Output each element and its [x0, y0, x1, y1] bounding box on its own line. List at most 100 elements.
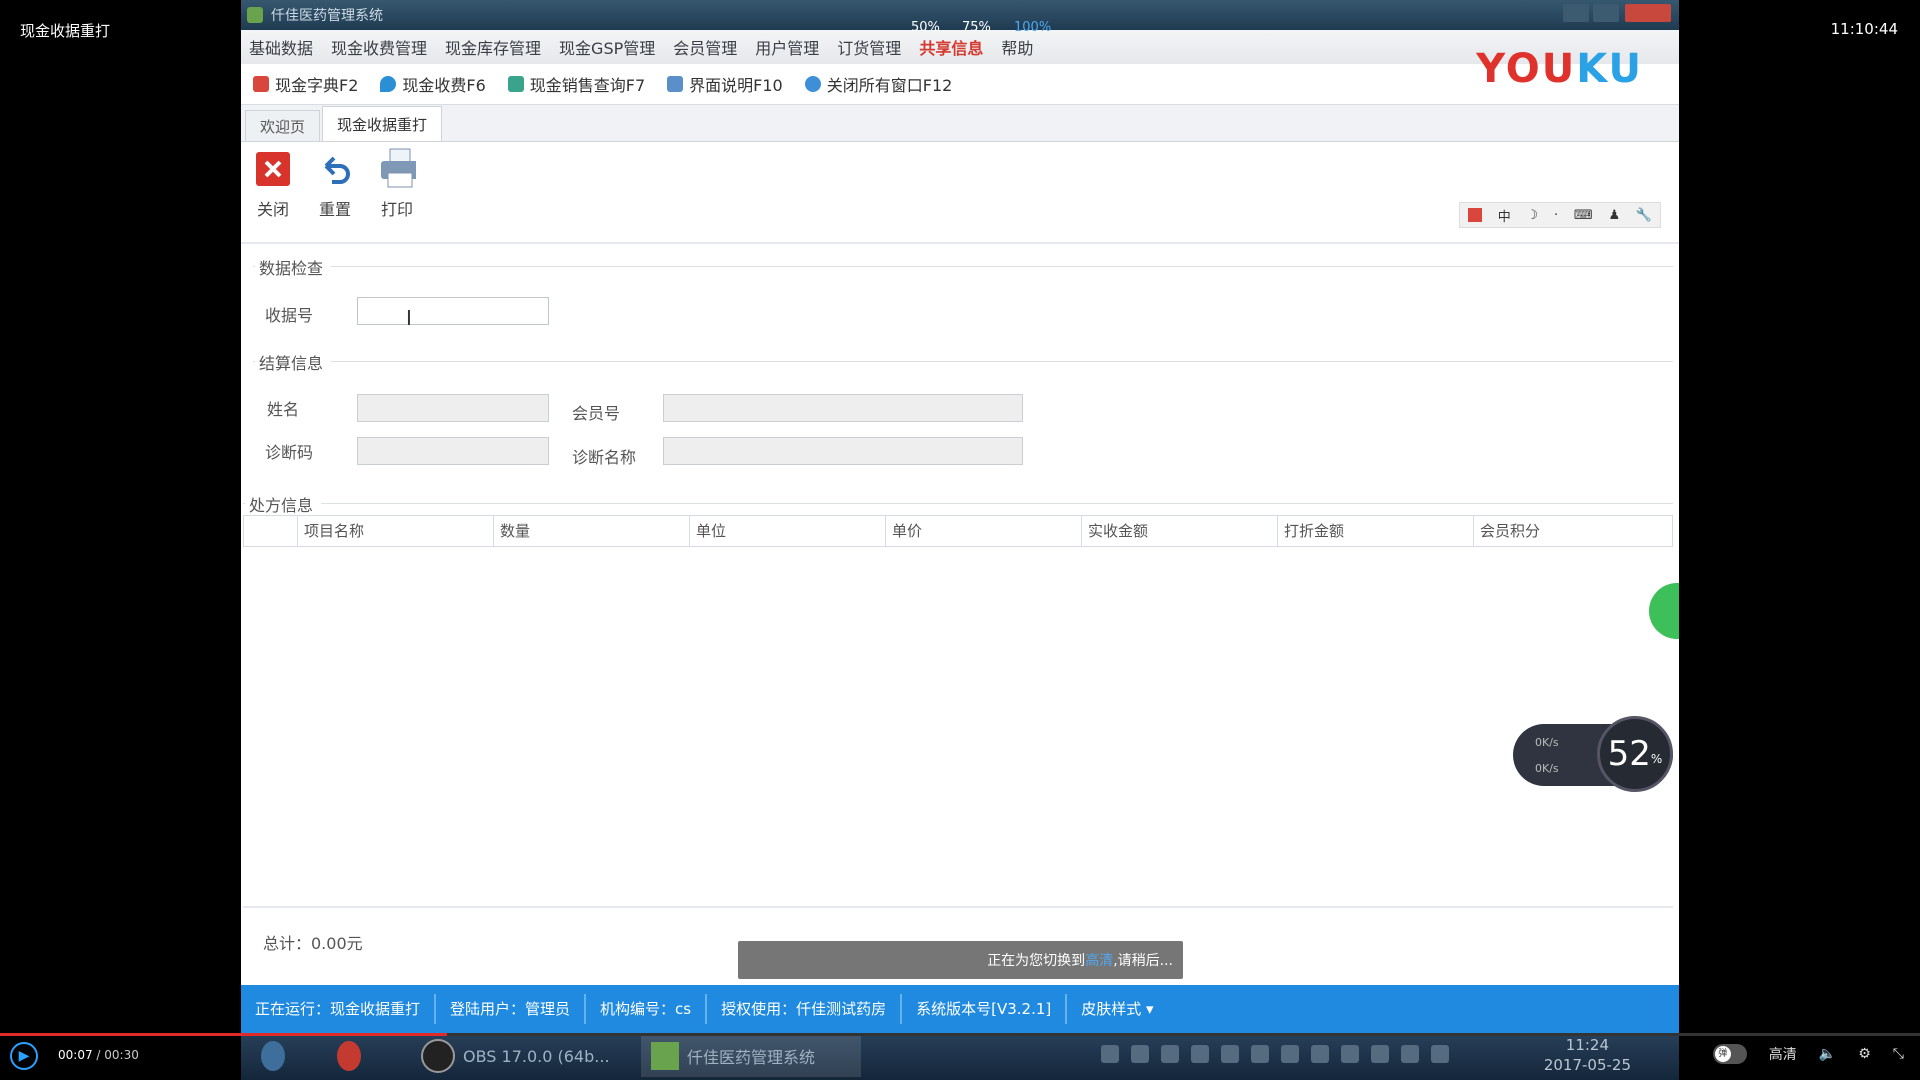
diag-name-label: 诊断名称 — [572, 448, 637, 467]
diag-code-label: 诊断码 — [265, 443, 314, 462]
report-icon — [507, 76, 524, 92]
menu-user[interactable]: 用户管理 — [755, 35, 819, 59]
zoom-75[interactable]: 75% — [962, 20, 991, 35]
grid-bottom-divider — [243, 906, 1673, 908]
prescription-section-title: 处方信息 — [245, 492, 322, 516]
status-org: 机构编号：cs — [586, 994, 708, 1024]
name-label: 姓名 — [267, 400, 300, 419]
quick-sales-query-label: 现金销售查询F7 — [529, 76, 646, 95]
receipt-no-input[interactable] — [357, 297, 549, 325]
exit-fullscreen-icon[interactable]: ⤡ — [1893, 1046, 1904, 1062]
logo-you: YOU — [1476, 46, 1577, 92]
globe-icon — [804, 76, 821, 92]
quick-ui-help-label: 界面说明F10 — [689, 76, 783, 95]
quick-dictionary-label: 现金字典F2 — [275, 76, 359, 95]
tab-receipt-reprint[interactable]: 现金收据重打 — [322, 106, 443, 141]
col-unit[interactable]: 单位 — [690, 516, 886, 546]
monitor-icon — [667, 76, 684, 92]
search-section-title: 数据检查 — [255, 255, 332, 279]
moon-icon[interactable]: ☽ — [1527, 208, 1539, 223]
status-version: 系统版本号[V3.2.1] — [902, 994, 1068, 1024]
close-window-button[interactable] — [1625, 4, 1671, 22]
toast-prefix: 正在为您切换到 — [987, 953, 1086, 969]
menu-share[interactable]: 共享信息 — [919, 35, 983, 59]
memory-percent-unit: % — [1650, 752, 1663, 766]
status-license: 授权使用：仟佳测试药房 — [707, 994, 903, 1024]
ime-punct[interactable]: · — [1554, 208, 1558, 223]
quick-dictionary[interactable]: 现金字典F2 — [253, 72, 358, 96]
grid-row-header — [244, 516, 298, 546]
tab-strip: 欢迎页 现金收据重打 — [241, 104, 1679, 142]
minimize-button[interactable] — [1563, 4, 1589, 22]
quick-charge[interactable]: 现金收费F6 — [380, 72, 486, 96]
quick-bar: 现金字典F2 现金收费F6 现金销售查询F7 界面说明F10 关闭所有窗口F12… — [241, 46, 1679, 104]
time-total: 00:30 — [104, 1048, 139, 1062]
play-icon: ▶ — [18, 1048, 30, 1064]
danmaku-toggle[interactable]: 弹 — [1712, 1044, 1747, 1064]
close-button[interactable]: 关闭 — [247, 150, 299, 220]
network-meter[interactable]: 0K/s 0K/s 52% — [1513, 716, 1673, 792]
dictionary-icon — [253, 76, 269, 92]
menu-cash-charge[interactable]: 现金收费管理 — [331, 35, 427, 59]
col-member-points[interactable]: 会员积分 — [1474, 516, 1672, 546]
memory-percent-value: 52 — [1607, 734, 1651, 774]
user-icon[interactable]: ♟ — [1608, 208, 1620, 223]
toast-suffix: ,请稍后... — [1113, 953, 1173, 969]
prescription-section: 处方信息 — [243, 492, 1673, 516]
prescription-grid-header: 项目名称 数量 单位 单价 实收金额 打折金额 会员积分 — [243, 515, 1673, 547]
wrench-icon[interactable]: 🔧 — [1636, 208, 1652, 223]
menu-basic-data[interactable]: 基础数据 — [249, 35, 313, 59]
memory-percent: 52% — [1597, 716, 1673, 792]
menu-cash-gsp[interactable]: 现金GSP管理 — [559, 35, 655, 59]
drop-icon — [380, 76, 397, 92]
col-paid-amount[interactable]: 实收金额 — [1082, 516, 1278, 546]
volume-icon[interactable]: 🔈 — [1819, 1046, 1836, 1062]
name-field — [357, 394, 549, 422]
col-quantity[interactable]: 数量 — [494, 516, 690, 546]
toast-highlight: 高清 — [1085, 953, 1114, 969]
col-item-name[interactable]: 项目名称 — [298, 516, 494, 546]
ime-logo-icon — [1467, 208, 1482, 222]
quick-close-all-label: 关闭所有窗口F12 — [826, 76, 953, 95]
member-no-label: 会员号 — [572, 404, 621, 423]
play-button[interactable]: ▶ — [10, 1042, 38, 1070]
window-titlebar[interactable]: 仟佳医药管理系统 50% 75% 100% — [241, 0, 1679, 35]
diag-name-field — [663, 437, 1023, 465]
menu-cash-stock[interactable]: 现金库存管理 — [445, 35, 541, 59]
upload-speed: 0K/s — [1535, 736, 1559, 749]
ime-mode[interactable]: 中 — [1498, 206, 1511, 225]
menu-member[interactable]: 会员管理 — [673, 35, 737, 59]
menu-help[interactable]: 帮助 — [1001, 35, 1033, 59]
danmaku-toggle-knob: 弹 — [1714, 1046, 1731, 1062]
quick-ui-help[interactable]: 界面说明F10 — [667, 72, 783, 96]
player-clock: 11:10:44 — [1830, 20, 1898, 38]
settle-section: 结算信息 — [253, 350, 1673, 374]
diag-code-field — [357, 437, 549, 465]
app-icon — [247, 7, 263, 23]
col-discount-amount[interactable]: 打折金额 — [1278, 516, 1474, 546]
skin-style-menu[interactable]: 皮肤样式 ▾ — [1067, 994, 1167, 1024]
maximize-button[interactable] — [1593, 4, 1619, 22]
reset-button[interactable]: 重置 — [309, 150, 361, 220]
ime-toolbar[interactable]: 中 ☽ · ⌨ ♟ 🔧 — [1459, 202, 1661, 228]
tab-welcome[interactable]: 欢迎页 — [245, 110, 321, 141]
app-window: 仟佳医药管理系统 50% 75% 100% 基础数据 现金收费管理 现金库存管理… — [241, 0, 1679, 1033]
print-button[interactable]: 打印 — [371, 148, 423, 220]
quality-selector[interactable]: 高清 — [1769, 1044, 1797, 1064]
close-icon — [254, 150, 292, 188]
youku-watermark: YOUKU — [1476, 46, 1643, 92]
keyboard-icon[interactable]: ⌨ — [1574, 208, 1593, 223]
player-title: 现金收据重打 — [20, 22, 111, 40]
menu-order[interactable]: 订货管理 — [837, 35, 901, 59]
floating-ball[interactable] — [1649, 583, 1679, 639]
window-title: 仟佳医药管理系统 — [271, 8, 383, 24]
quick-sales-query[interactable]: 现金销售查询F7 — [507, 72, 646, 96]
printer-icon — [378, 148, 416, 188]
zoom-100[interactable]: 100% — [1014, 20, 1051, 35]
quick-close-all[interactable]: 关闭所有窗口F12 — [804, 72, 953, 96]
settings-icon[interactable]: ⚙ — [1858, 1046, 1871, 1062]
status-bar: 正在运行：现金收据重打 登陆用户：管理员 机构编号：cs 授权使用：仟佳测试药房… — [241, 985, 1679, 1033]
col-unit-price[interactable]: 单价 — [886, 516, 1082, 546]
member-no-field — [663, 394, 1023, 422]
zoom-50[interactable]: 50% — [911, 20, 940, 35]
